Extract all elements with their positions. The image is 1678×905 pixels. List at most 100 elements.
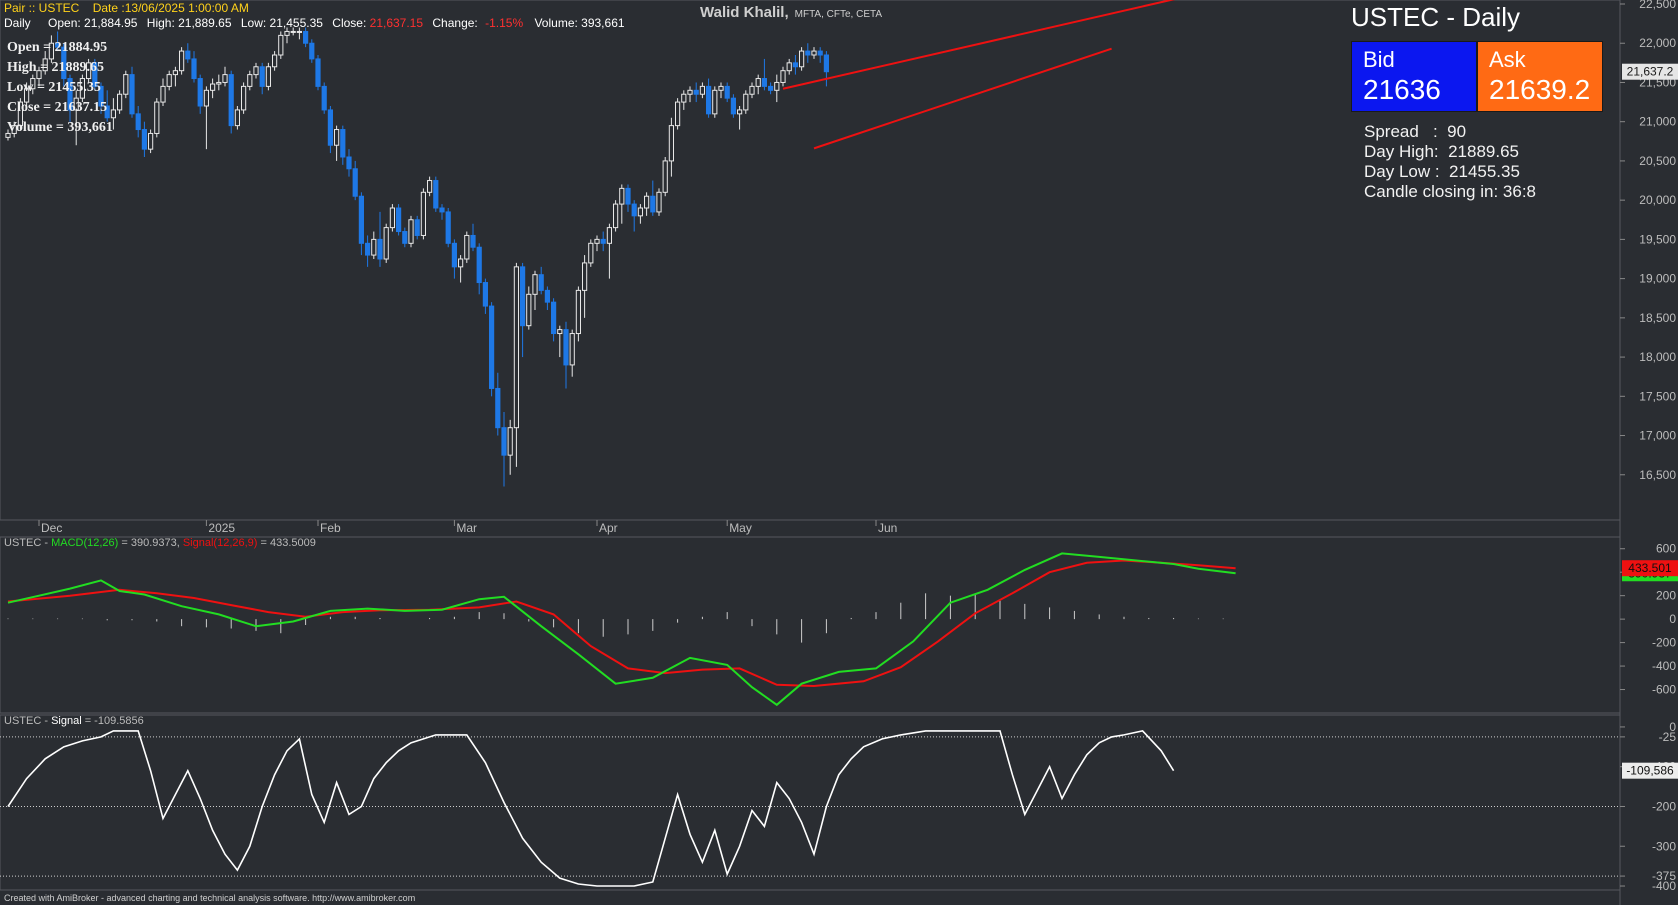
price-tick-label: 19,500 (1639, 232, 1676, 246)
candle-body (327, 109, 333, 146)
candle-body (383, 227, 389, 260)
candle-body (197, 78, 203, 107)
bid-label: Bid (1363, 47, 1395, 72)
candle-body (129, 74, 135, 115)
candle-body (414, 219, 420, 236)
candle-body (811, 50, 817, 56)
candle-body (644, 195, 650, 209)
ask-box[interactable]: Ask 21639.2 (1477, 41, 1603, 112)
candle-body (495, 387, 501, 429)
price-tick-label: 20,000 (1639, 193, 1676, 207)
candle-body (588, 242, 594, 264)
candle-body (365, 242, 371, 256)
macd-tick-label: -600 (1652, 683, 1676, 697)
change-value: -1.15% (485, 16, 524, 30)
candle-body (117, 93, 123, 111)
candle-body (817, 50, 823, 56)
month-tick-label: 2025 (208, 521, 235, 535)
candle-body (600, 238, 606, 244)
candle-body (458, 258, 464, 268)
candle-body (445, 211, 451, 244)
candle-body (780, 70, 786, 83)
price-tick-label: 18,500 (1639, 311, 1676, 325)
candle-body (538, 274, 544, 291)
candle-body (755, 78, 761, 87)
candle-closing-text: Candle closing in: 36:8 (1364, 182, 1537, 201)
open-label: Open: 21,884.95 (48, 16, 138, 30)
price-tick-label: 21,000 (1639, 115, 1676, 129)
candle-body (675, 101, 681, 127)
bid-box[interactable]: Bid 21636 (1351, 41, 1477, 112)
candle-body (222, 74, 228, 83)
candle-body (278, 34, 284, 56)
candle-body (123, 74, 129, 95)
candle-body (823, 54, 829, 73)
candle-body (594, 238, 600, 244)
close-label: Close: (332, 16, 367, 30)
low-label: Low: 21,455.35 (240, 16, 323, 30)
candle-body (563, 329, 569, 366)
candle-body (743, 93, 749, 111)
macd-title-prefix: USTEC - (4, 537, 52, 549)
candle-body (321, 85, 327, 111)
candle-body (799, 50, 805, 68)
footer-credit: Created with AmiBroker - advanced charti… (4, 893, 416, 903)
month-tick-label: Mar (456, 521, 477, 535)
candle-body (681, 93, 687, 103)
candle-body (613, 203, 619, 229)
candle-body (377, 238, 383, 260)
candle-body (662, 160, 668, 193)
candle-body (160, 85, 166, 103)
price-tick-label: 22,500 (1639, 0, 1676, 11)
candle-body (203, 89, 210, 107)
candle-body (433, 180, 439, 209)
ask-value: 21639.2 (1489, 74, 1591, 105)
macd-title-macd-value: = 390.9373, (118, 537, 183, 549)
overlay-low: Low = 21455.35 (7, 80, 101, 95)
date-label: Date :13/06/2025 1:00:00 AM (92, 1, 249, 15)
signal-title-name: Signal (51, 715, 82, 727)
candle-body (135, 113, 141, 131)
candle-body (749, 85, 755, 95)
candle-body (520, 266, 526, 327)
day-high-text: Day High: 21889.65 (1364, 142, 1519, 161)
candle-body (166, 74, 172, 87)
macd-pane-title: USTEC - MACD(12,26) = 390.9373, Signal(1… (4, 537, 316, 549)
signal-title-prefix: USTEC - (4, 715, 52, 727)
candle-body (340, 129, 346, 158)
candle-body (582, 262, 588, 291)
candle-body (234, 109, 241, 127)
overlay-volume: Volume = 393,661 (7, 120, 113, 135)
candle-body (272, 54, 278, 68)
macd-title-signal: Signal(12,26,9) (182, 537, 258, 549)
price-tick-label: 16,500 (1639, 468, 1676, 482)
candle-body (408, 219, 414, 244)
candle-body (427, 180, 433, 193)
candle-body (501, 427, 507, 456)
candle-body (730, 97, 736, 115)
candle-body (315, 58, 321, 87)
month-tick-label: Feb (320, 521, 341, 535)
month-tick-label: Apr (599, 521, 618, 535)
candle-body (668, 125, 674, 162)
high-label: High: 21,889.65 (146, 16, 232, 30)
price-tick-label: 20,500 (1639, 154, 1676, 168)
price-tick-label: 17,000 (1639, 429, 1676, 443)
candle-body (191, 58, 197, 80)
candle-body (687, 89, 693, 95)
macd-tick-label: 0 (1669, 612, 1676, 626)
last-price-label: 21,637.2 (1627, 65, 1674, 79)
signal-title-value: = -109.5856 (81, 715, 144, 727)
candle-body (606, 227, 612, 244)
candle-body (284, 30, 290, 36)
candle-body (557, 329, 563, 335)
signal-tick-label: -300 (1652, 839, 1676, 853)
candle-body (265, 66, 271, 87)
candle-body (805, 50, 811, 56)
month-tick-label: May (729, 521, 752, 535)
candle-body (185, 50, 191, 60)
candle-body (346, 156, 352, 170)
candle-body (482, 282, 488, 307)
candle-body (110, 109, 117, 119)
candle-body (210, 83, 216, 91)
